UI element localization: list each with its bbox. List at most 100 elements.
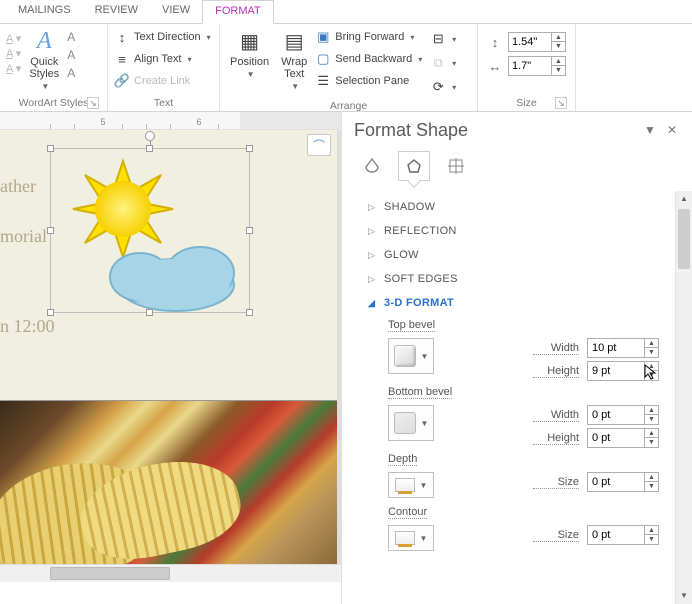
section-reflection[interactable]: ▷REFLECTION: [360, 219, 675, 243]
position-icon: ▦: [237, 28, 263, 54]
layout-options-button[interactable]: ⌒: [307, 134, 331, 156]
text-fill-outline-effects[interactable]: A ▾A ▾A ▾: [6, 26, 21, 75]
group-icon: ⧉: [430, 55, 446, 71]
align-icon: ⊟: [430, 31, 446, 47]
expand-icon: ▷: [368, 274, 378, 285]
text-style-a3[interactable]: A: [67, 66, 75, 80]
tb-height-up[interactable]: ▲: [645, 362, 658, 371]
tab-mailings[interactable]: MAILINGS: [6, 0, 83, 23]
pane-tab-layout[interactable]: [440, 151, 472, 181]
horizontal-ruler[interactable]: 5 6: [0, 112, 341, 130]
format-shape-pane: Format Shape ▼ ✕ ▷SHADOW ▷REFLECTION ▷GL…: [341, 112, 692, 604]
resize-handle[interactable]: [246, 227, 253, 234]
resize-handle[interactable]: [146, 309, 153, 316]
expand-icon: ▷: [368, 226, 378, 237]
tb-height-down[interactable]: ▼: [645, 371, 658, 380]
height-up[interactable]: ▲: [551, 33, 565, 42]
link-icon: 🔗: [114, 73, 130, 89]
label-contour: Contour: [388, 506, 427, 519]
selection-pane-icon: ☰: [315, 73, 331, 89]
label-height: Height: [533, 365, 579, 378]
tab-format[interactable]: FORMAT: [202, 0, 274, 24]
bring-forward-button[interactable]: ▣Bring Forward▾: [315, 26, 422, 48]
food-image: [0, 400, 337, 564]
bottom-bevel-width-input[interactable]: ▲▼: [587, 405, 659, 425]
resize-handle[interactable]: [246, 309, 253, 316]
resize-handle[interactable]: [47, 227, 54, 234]
bottom-bevel-picker[interactable]: ▼: [388, 405, 434, 441]
group-button[interactable]: ⧉▾: [430, 52, 456, 74]
shape-height-input[interactable]: ▲▼: [508, 32, 566, 52]
expand-icon: ▷: [368, 202, 378, 213]
expand-icon: ▷: [368, 250, 378, 261]
depth-color-picker[interactable]: ▼: [388, 472, 434, 498]
bevel-preview-icon: [394, 345, 416, 367]
pane-title: Format Shape: [354, 120, 636, 141]
ribbon-tabs: MAILINGS REVIEW VIEW FORMAT: [0, 0, 692, 24]
doc-text-3: n 12:00: [0, 316, 55, 337]
section-soft-edges[interactable]: ▷SOFT EDGES: [360, 267, 675, 291]
document-page[interactable]: ather morial n 12:00: [0, 130, 341, 564]
scroll-up[interactable]: ▲: [676, 191, 692, 207]
scroll-down[interactable]: ▼: [676, 588, 692, 604]
resize-handle[interactable]: [246, 145, 253, 152]
section-glow[interactable]: ▷GLOW: [360, 243, 675, 267]
shape-width-input[interactable]: ▲▼: [508, 56, 566, 76]
text-style-a2[interactable]: A: [67, 48, 75, 62]
pane-close-button[interactable]: ✕: [664, 123, 680, 139]
section-shadow[interactable]: ▷SHADOW: [360, 195, 675, 219]
doc-text-2: morial: [0, 226, 47, 247]
top-bevel-height-input[interactable]: ▲▼: [587, 361, 659, 381]
horizontal-scrollbar[interactable]: [0, 564, 341, 582]
align-button[interactable]: ⊟▾: [430, 28, 456, 50]
tab-view[interactable]: VIEW: [150, 0, 202, 23]
section-3d-format[interactable]: ◢3-D FORMAT: [360, 291, 675, 315]
color-swatch-icon: [395, 531, 415, 545]
resize-handle[interactable]: [47, 145, 54, 152]
resize-handle[interactable]: [47, 309, 54, 316]
text-direction-button[interactable]: ↕Text Direction▾: [114, 26, 211, 48]
tab-review[interactable]: REVIEW: [83, 0, 150, 23]
text-style-a1[interactable]: A: [67, 30, 75, 44]
contour-color-picker[interactable]: ▼: [388, 525, 434, 551]
selected-shape[interactable]: [50, 148, 250, 313]
label-depth: Depth: [388, 453, 417, 466]
pane-scrollbar[interactable]: ▲ ▼: [675, 191, 692, 604]
scroll-thumb[interactable]: [678, 209, 690, 269]
height-down[interactable]: ▼: [551, 42, 565, 51]
align-text-button[interactable]: ≡Align Text▾: [114, 48, 192, 70]
label-size: Size: [533, 529, 579, 542]
doc-text-1: ather: [0, 176, 36, 197]
wrap-text-button[interactable]: ▤ Wrap Text▼: [277, 26, 311, 93]
collapse-icon: ◢: [368, 298, 378, 309]
pane-tab-effects[interactable]: [398, 151, 430, 181]
width-up[interactable]: ▲: [551, 57, 565, 66]
bottom-bevel-height-input[interactable]: ▲▼: [587, 428, 659, 448]
height-icon: ↕: [484, 32, 506, 52]
position-button[interactable]: ▦ Position▼: [226, 26, 273, 81]
top-bevel-picker[interactable]: ▼: [388, 338, 434, 374]
quick-styles-button[interactable]: A Quick Styles ▼: [25, 26, 63, 93]
rotate-icon: ⟳: [430, 79, 446, 95]
document-area: 5 6 ather morial n 12:00: [0, 112, 341, 604]
contour-size-input[interactable]: ▲▼: [587, 525, 659, 545]
depth-size-input[interactable]: ▲▼: [587, 472, 659, 492]
width-down[interactable]: ▼: [551, 66, 565, 75]
send-backward-button[interactable]: ▢Send Backward▾: [315, 48, 422, 70]
wordart-dialog-launcher[interactable]: ↘: [87, 97, 99, 109]
size-dialog-launcher[interactable]: ↘: [555, 97, 567, 109]
selection-pane-button[interactable]: ☰Selection Pane: [315, 70, 422, 92]
bring-forward-icon: ▣: [315, 29, 331, 45]
pane-tab-fill[interactable]: [356, 151, 388, 181]
top-bevel-width-input[interactable]: ▲▼: [587, 338, 659, 358]
send-backward-icon: ▢: [315, 51, 331, 67]
rotate-button[interactable]: ⟳▾: [430, 76, 456, 98]
sun-cloud-icon: [51, 149, 251, 314]
align-text-icon: ≡: [114, 51, 130, 67]
rotation-handle[interactable]: [145, 131, 155, 141]
resize-handle[interactable]: [146, 145, 153, 152]
label-top-bevel: Top bevel: [388, 319, 435, 332]
text-direction-icon: ↕: [114, 29, 130, 45]
label-height: Height: [533, 432, 579, 445]
pane-menu-button[interactable]: ▼: [642, 123, 658, 139]
